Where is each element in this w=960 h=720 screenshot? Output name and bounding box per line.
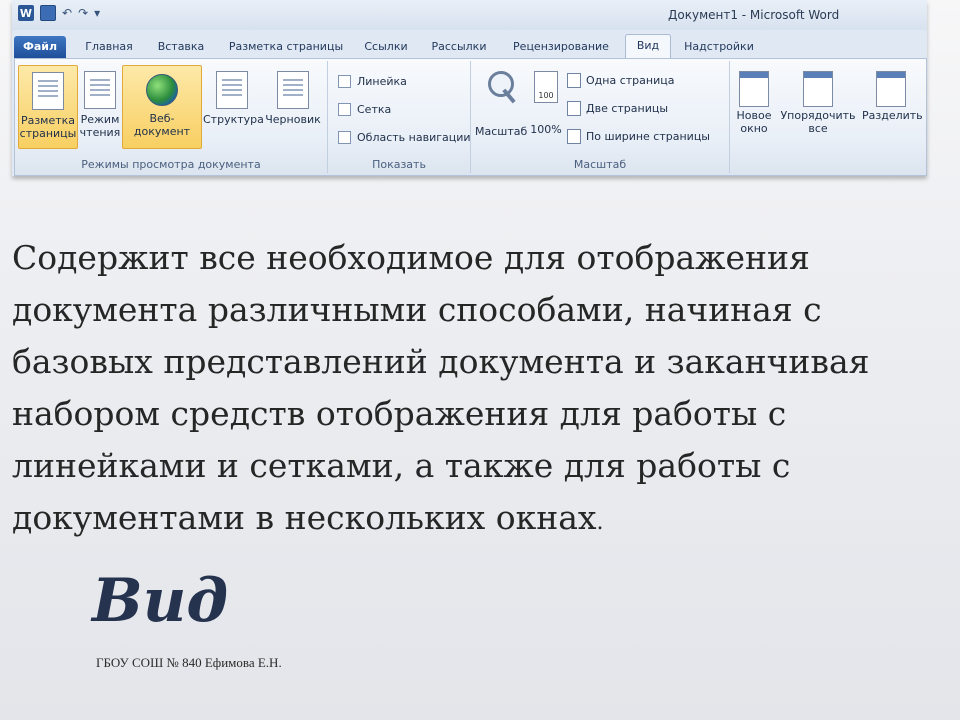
slide-title: Вид [92, 566, 229, 636]
tab-home[interactable]: Главная [80, 36, 138, 58]
web-layout-icon [146, 74, 178, 106]
reading-mode-icon [84, 71, 116, 109]
page-layout-label: Разметка страницы [19, 114, 77, 140]
slide-footer: ГБОУ СОШ № 840 Ефимова Е.Н. [96, 655, 282, 670]
word-ribbon-screenshot: W ↶ ↷ ▾ Документ1 - Microsoft Word Файл … [12, 0, 927, 176]
ruler-checkbox-box[interactable] [338, 75, 351, 88]
window-title: Документ1 - Microsoft Word [668, 8, 840, 22]
zoom-100-icon: 100 [534, 71, 558, 103]
show-group: Линейка Сетка Область навигации Показать [328, 61, 471, 173]
grid-checkbox[interactable]: Сетка [338, 103, 391, 116]
new-window-icon [739, 71, 769, 107]
outline-label: Структура [203, 113, 264, 126]
draft-icon [277, 71, 309, 109]
outline-button[interactable]: Структура [203, 65, 264, 147]
ribbon-tabs: Файл Главная Вставка Разметка страницы С… [12, 32, 927, 60]
web-layout-button[interactable]: Веб-документ [122, 65, 202, 149]
page-width-button[interactable]: По ширине страницы [567, 129, 710, 144]
one-page-label: Одна страница [586, 74, 675, 87]
show-group-label: Показать [372, 158, 426, 171]
zoom-group: Масштаб 100 100% Одна страница Две стран… [471, 61, 730, 173]
draft-label: Черновик [265, 113, 321, 126]
zoom-button[interactable]: Масштаб [475, 65, 527, 147]
undo-icon[interactable]: ↶ [62, 5, 72, 21]
zoom-group-label: Масштаб [573, 158, 627, 171]
repeat-icon[interactable]: ↷ [78, 5, 88, 21]
new-window-label: Новое окно [736, 109, 772, 135]
zoom-label: Масштаб [475, 125, 528, 138]
split-label: Разделить [862, 109, 923, 122]
split-icon [876, 71, 906, 107]
navigation-pane-checkbox-box[interactable] [338, 131, 351, 144]
tab-view[interactable]: Вид [625, 34, 671, 60]
outline-icon [216, 71, 248, 109]
customize-icon[interactable]: ▾ [94, 5, 100, 21]
arrange-all-icon [803, 71, 833, 107]
window-group: Новое окно Упорядочить все Разделить [730, 61, 924, 173]
page-layout-button[interactable]: Разметка страницы [18, 65, 78, 149]
page-width-icon [567, 129, 581, 144]
ruler-checkbox[interactable]: Линейка [338, 75, 407, 88]
page-width-label: По ширине страницы [586, 130, 710, 143]
page-layout-icon [32, 72, 64, 110]
magnifier-icon [488, 71, 514, 97]
one-page-button[interactable]: Одна страница [567, 73, 674, 88]
two-pages-icon [567, 101, 581, 116]
one-page-icon [567, 73, 581, 88]
save-icon[interactable] [40, 5, 56, 21]
reading-mode-label: Режим чтения [79, 113, 121, 139]
tab-references[interactable]: Ссылки [360, 36, 412, 58]
arrange-all-button[interactable]: Упорядочить все [778, 65, 858, 147]
views-group: Разметка страницы Режим чтения Веб-докум… [15, 61, 328, 173]
zoom-100-button[interactable]: 100 100% [529, 65, 563, 147]
two-pages-button[interactable]: Две страницы [567, 101, 668, 116]
views-group-label: Режимы просмотра документа [81, 158, 261, 171]
slide-body-period: . [596, 510, 604, 535]
draft-button[interactable]: Черновик [263, 65, 323, 147]
navigation-pane-label: Область навигации [357, 131, 471, 144]
slide-body-main: Содержит все необходимое для отображения… [12, 238, 870, 537]
tab-file[interactable]: Файл [14, 36, 66, 58]
new-window-button[interactable]: Новое окно [734, 65, 774, 147]
zoom-100-label: 100% [530, 123, 562, 136]
quick-access-toolbar: W ↶ ↷ ▾ [18, 5, 100, 21]
tab-review[interactable]: Рецензирование [506, 36, 616, 58]
ribbon-panel: Разметка страницы Режим чтения Веб-докум… [14, 58, 927, 176]
two-pages-label: Две страницы [586, 102, 669, 115]
navigation-pane-checkbox[interactable]: Область навигации [338, 131, 471, 144]
grid-label: Сетка [357, 103, 392, 116]
word-logo-icon: W [18, 5, 34, 21]
reading-mode-button[interactable]: Режим чтения [79, 65, 121, 147]
tab-mailings[interactable]: Рассылки [426, 36, 492, 58]
ruler-label: Линейка [357, 75, 407, 88]
split-button[interactable]: Разделить [862, 65, 923, 147]
tab-insert[interactable]: Вставка [152, 36, 210, 58]
slide-body-text: Содержит все необходимое для отображения… [12, 232, 942, 549]
arrange-all-label: Упорядочить все [780, 109, 856, 135]
tab-page-layout[interactable]: Разметка страницы [224, 36, 348, 58]
tab-addins[interactable]: Надстройки [676, 36, 762, 58]
grid-checkbox-box[interactable] [338, 103, 351, 116]
web-layout-label: Веб-документ [133, 112, 191, 138]
title-bar: W ↶ ↷ ▾ Документ1 - Microsoft Word [12, 0, 927, 30]
